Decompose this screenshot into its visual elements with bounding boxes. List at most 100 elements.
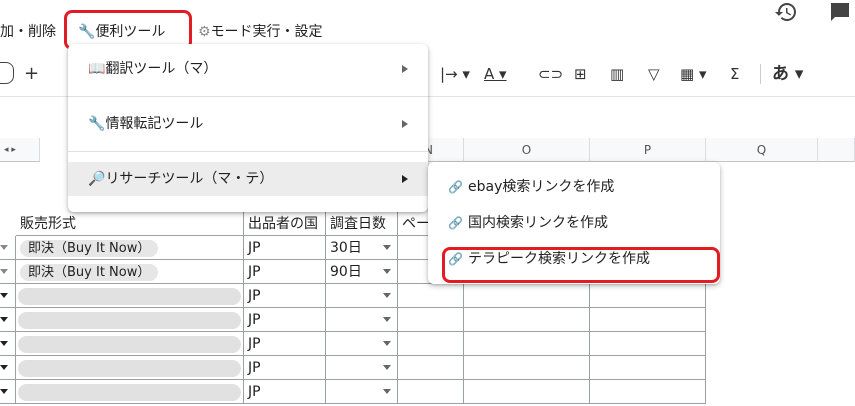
submenu-arrow-icon: [402, 175, 408, 183]
sale-format-chip[interactable]: 即決（Buy It Now）: [20, 264, 159, 281]
text-rotation-icon[interactable]: |→ ▾: [440, 58, 470, 90]
row-left-edge[interactable]: [0, 284, 16, 308]
dropdown-arrow-icon[interactable]: [0, 365, 8, 370]
separator: [68, 96, 428, 97]
cell-sale-format[interactable]: [16, 332, 244, 356]
row-left-edge[interactable]: [0, 356, 16, 380]
cell-country[interactable]: JP: [244, 380, 326, 404]
dropdown-arrow-icon[interactable]: [383, 317, 391, 322]
cell-n[interactable]: [398, 332, 464, 356]
empty-chip[interactable]: [18, 384, 241, 401]
dropdown-arrow-icon[interactable]: [383, 293, 391, 298]
row-left-edge[interactable]: [0, 236, 16, 260]
table-view-icon[interactable]: ▦ ▾: [680, 58, 706, 90]
cell-days[interactable]: [326, 308, 398, 332]
dropdown-arrow-icon[interactable]: [0, 317, 8, 322]
empty-chip[interactable]: [18, 312, 241, 329]
cell-sale-format[interactable]: [16, 380, 244, 404]
menu-partial-item[interactable]: 加・削除: [0, 20, 56, 44]
cell-p[interactable]: [590, 356, 706, 380]
cell-sale-format[interactable]: [16, 284, 244, 308]
toolbar-partial-control[interactable]: [0, 62, 14, 84]
text-color-icon[interactable]: A ▾: [484, 58, 507, 90]
dropdown-arrow-icon[interactable]: [383, 269, 391, 274]
dropdown-arrow-icon[interactable]: [383, 365, 391, 370]
dropdown-arrow-icon[interactable]: [383, 245, 391, 250]
cell-p[interactable]: [590, 284, 706, 308]
cell-o[interactable]: [464, 356, 590, 380]
col-header-o[interactable]: O: [464, 138, 590, 162]
sum-button[interactable]: Σ: [730, 58, 739, 90]
plus-button[interactable]: +: [24, 58, 39, 90]
cell-p[interactable]: [590, 332, 706, 356]
tools-dropdown: 📖翻訳ツール（マ） 🔧情報転記ツール 🔎リサーチツール（マ・テ）: [68, 44, 428, 212]
menu-mode[interactable]: ⚙モード実行・設定: [198, 20, 323, 44]
chart-icon[interactable]: ▥: [610, 58, 624, 90]
dropdown-arrow-icon[interactable]: [0, 293, 8, 298]
row-left-edge[interactable]: [0, 380, 16, 404]
comment-icon[interactable]: [828, 0, 855, 24]
sale-format-chip[interactable]: 即決（Buy It Now）: [20, 240, 159, 257]
cell-country[interactable]: JP: [244, 356, 326, 380]
empty-chip[interactable]: [18, 288, 241, 305]
submenu-ebay-link[interactable]: 🔗 ebay検索リンクを作成: [428, 170, 720, 204]
cell-o[interactable]: [464, 284, 590, 308]
col-header-p[interactable]: P: [590, 138, 706, 162]
menu-item-transfer[interactable]: 🔧情報転記ツール: [68, 107, 428, 141]
cell-sale-format[interactable]: 即決（Buy It Now）: [16, 236, 244, 260]
row-left-edge[interactable]: [0, 260, 16, 284]
dropdown-arrow-icon[interactable]: [0, 389, 8, 394]
country-value: JP: [248, 312, 261, 328]
cell-days[interactable]: [326, 356, 398, 380]
menu-item-research[interactable]: 🔎リサーチツール（マ・テ）: [68, 162, 428, 196]
cell-country[interactable]: JP: [244, 284, 326, 308]
cell-n[interactable]: [398, 380, 464, 404]
book-icon: 📖: [88, 61, 106, 77]
country-value: JP: [248, 264, 261, 280]
country-value: JP: [248, 288, 261, 304]
row-left-edge[interactable]: [0, 308, 16, 332]
scroll-arrows[interactable]: ◂ ▸: [0, 138, 40, 162]
cell-o[interactable]: [464, 308, 590, 332]
cell-country[interactable]: JP: [244, 236, 326, 260]
row-left-edge[interactable]: [0, 332, 16, 356]
empty-chip[interactable]: [18, 360, 241, 377]
header-sale-format[interactable]: 販売形式: [16, 212, 244, 236]
cell-sale-format[interactable]: 即決（Buy It Now）: [16, 260, 244, 284]
cell-o[interactable]: [464, 380, 590, 404]
cell-p[interactable]: [590, 308, 706, 332]
link-icon[interactable]: ⊂⊃: [538, 58, 563, 90]
cell-sale-format[interactable]: [16, 308, 244, 332]
history-icon[interactable]: [774, 0, 802, 24]
header-survey-days[interactable]: 調査日数: [326, 212, 398, 236]
cell-days[interactable]: 90日: [326, 260, 398, 284]
cell-sale-format[interactable]: [16, 356, 244, 380]
cell-o[interactable]: [464, 332, 590, 356]
cell-country[interactable]: JP: [244, 260, 326, 284]
days-value: 90日: [330, 264, 362, 280]
dropdown-arrow-icon[interactable]: [0, 269, 8, 274]
cell-days[interactable]: [326, 332, 398, 356]
menu-item-translate[interactable]: 📖翻訳ツール（マ）: [68, 52, 428, 86]
cell-country[interactable]: JP: [244, 332, 326, 356]
cell-p[interactable]: [590, 380, 706, 404]
dropdown-arrow-icon[interactable]: [383, 389, 391, 394]
cell-country[interactable]: JP: [244, 308, 326, 332]
cell-n[interactable]: [398, 284, 464, 308]
input-tools-button[interactable]: あ ▾: [772, 58, 803, 90]
cell-n[interactable]: [398, 356, 464, 380]
cell-days[interactable]: [326, 284, 398, 308]
filter-icon[interactable]: ▽: [648, 58, 660, 90]
cell-n[interactable]: [398, 308, 464, 332]
cell-days[interactable]: 30日: [326, 236, 398, 260]
cell-days[interactable]: [326, 380, 398, 404]
dropdown-arrow-icon[interactable]: [0, 341, 8, 346]
dropdown-arrow-icon[interactable]: [383, 341, 391, 346]
col-header-r[interactable]: [818, 138, 855, 162]
submenu-domestic-link[interactable]: 🔗 国内検索リンクを作成: [428, 206, 720, 240]
dropdown-arrow-icon[interactable]: [0, 245, 8, 250]
header-seller-country[interactable]: 出品者の国: [244, 212, 326, 236]
empty-chip[interactable]: [18, 336, 241, 353]
insert-comment-icon[interactable]: ⊞: [574, 58, 587, 90]
col-header-q[interactable]: Q: [706, 138, 818, 162]
